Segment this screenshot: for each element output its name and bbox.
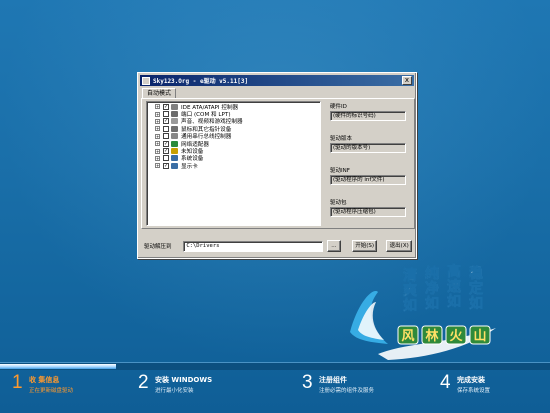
install-step: 3 注册组件注册必需的组件及服务 bbox=[302, 372, 412, 408]
device-icon bbox=[171, 133, 178, 140]
driver-inf-label: 驱动INF bbox=[330, 168, 350, 174]
tree-item[interactable]: + ✓ 声音、视频和游戏控制器 bbox=[155, 118, 320, 125]
device-icon bbox=[171, 148, 178, 155]
install-progress-bar bbox=[0, 362, 550, 370]
install-steps: 1 收 集信息正在更新磁盘驱动 2 安装 WINDOWS 进行最小化安装 3 注册组件注册必… bbox=[0, 372, 550, 413]
step-subtitle: 正在更新磁盘驱动 bbox=[29, 388, 74, 394]
step-number: 1 bbox=[12, 372, 23, 393]
progress-fill bbox=[0, 364, 116, 369]
logo-slogan-char: 纯 bbox=[425, 265, 439, 282]
tree-item[interactable]: + 鼠标和其它指针设备 bbox=[155, 125, 320, 133]
expand-icon[interactable]: + bbox=[155, 111, 160, 117]
extract-label: 驱动解压到 bbox=[144, 244, 172, 250]
tree-item-label: 显示卡 bbox=[181, 163, 198, 170]
browse-button[interactable]: ... bbox=[327, 240, 341, 252]
tree-item[interactable]: + ✓ IDE ATA/ATAPI 控制器 bbox=[155, 103, 320, 111]
device-checkbox[interactable] bbox=[163, 133, 169, 140]
extract-row: 驱动解压到 C:\Drivers ... 开始(S) 退出(X) bbox=[144, 239, 412, 253]
details-panel: 硬件ID (硬件的标识号码) 驱动版本 (驱动的版本号) 驱动INF (驱动程序… bbox=[330, 103, 412, 231]
device-checkbox[interactable]: ✓ bbox=[163, 118, 169, 125]
title-bar[interactable]: Sky123.Org - e驱动 v5.11[3] x bbox=[140, 75, 414, 86]
device-checkbox[interactable]: ✓ bbox=[163, 140, 169, 147]
step-subtitle: 注册必需的组件及服务 bbox=[319, 388, 375, 394]
device-icon bbox=[171, 162, 178, 169]
logo-slogan-char: 如 bbox=[469, 295, 483, 312]
device-icon bbox=[171, 103, 178, 110]
device-icon bbox=[171, 125, 178, 132]
device-icon bbox=[171, 140, 178, 147]
tree-item[interactable]: + 系统设备 bbox=[155, 155, 320, 162]
step-number: 3 bbox=[302, 372, 313, 393]
driver-pack-field: (驱动程序压缩包) bbox=[330, 207, 406, 217]
logo-slogan-char: 如 bbox=[447, 293, 461, 310]
device-checkbox[interactable]: ✓ bbox=[163, 103, 169, 110]
device-icon bbox=[171, 111, 178, 118]
tree-item[interactable]: + ✓ 网络适配器 bbox=[155, 140, 320, 148]
device-checkbox[interactable] bbox=[163, 125, 169, 132]
logo-slogan-char: 速 bbox=[447, 278, 461, 295]
expand-icon[interactable]: + bbox=[155, 104, 160, 110]
fenglin-logo: 清爽如纯净如高速如稳定如 风林火山 bbox=[350, 263, 496, 360]
hardware-id-field: (硬件的标识号码) bbox=[330, 111, 406, 121]
expand-icon[interactable]: + bbox=[155, 148, 160, 154]
step-number: 2 bbox=[138, 372, 149, 393]
app-icon bbox=[142, 76, 150, 85]
device-checkbox[interactable] bbox=[163, 155, 169, 162]
logo-slogan-char: 稳 bbox=[469, 265, 483, 282]
logo-slogan-char: 如 bbox=[425, 295, 439, 312]
window-title: Sky123.Org - e驱动 v5.11[3] bbox=[153, 78, 249, 85]
device-checkbox[interactable] bbox=[163, 111, 169, 118]
step-title: 完成安装 bbox=[457, 376, 485, 384]
logo-slogan-char: 高 bbox=[447, 263, 461, 280]
start-button[interactable]: 开始(S) bbox=[351, 240, 378, 252]
driver-inf-field: (驱动程序的 inf文件) bbox=[330, 175, 406, 185]
logo-slogan-char: 爽 bbox=[403, 283, 417, 299]
device-icon bbox=[171, 155, 178, 162]
expand-icon[interactable]: + bbox=[155, 155, 160, 161]
driver-pack-label: 驱动包 bbox=[330, 200, 347, 206]
install-step: 2 安装 WINDOWS 进行最小化安装 bbox=[138, 372, 248, 408]
extract-path-input[interactable]: C:\Drivers bbox=[183, 240, 324, 252]
tree-item[interactable]: + ✓ 未知设备 bbox=[155, 147, 320, 155]
install-step: 1 收 集信息正在更新磁盘驱动 bbox=[12, 372, 122, 408]
logo-brand-char: 风 bbox=[401, 329, 414, 344]
logo-slogan-char: 清 bbox=[403, 267, 417, 284]
driver-version-label: 驱动版本 bbox=[330, 136, 353, 142]
expand-icon[interactable]: + bbox=[155, 163, 160, 169]
hardware-id-label: 硬件ID bbox=[330, 104, 347, 110]
device-icon bbox=[171, 118, 178, 125]
driver-version-field: (驱动的版本号) bbox=[330, 143, 406, 153]
tree-item[interactable]: + ✓ 显示卡 bbox=[155, 162, 320, 170]
device-tree[interactable]: + ✓ IDE ATA/ATAPI 控制器 + 端口 (COM 和 LPT) + ✓ 声音、视… bbox=[146, 101, 321, 226]
step-subtitle: 保存系统设置 bbox=[457, 388, 491, 394]
close-button[interactable]: x bbox=[402, 76, 412, 85]
exit-button[interactable]: 退出(X) bbox=[386, 240, 412, 252]
install-step: 4 完成安装保存系统设置 bbox=[440, 372, 550, 408]
expand-icon[interactable]: + bbox=[155, 141, 160, 147]
logo-brand-char: 火 bbox=[449, 329, 463, 344]
logo-slogan-char: 定 bbox=[469, 280, 483, 297]
expand-icon[interactable]: + bbox=[155, 126, 160, 132]
logo-slogan-char: 如 bbox=[403, 297, 417, 314]
step-title: 安装 WINDOWS bbox=[155, 376, 213, 384]
expand-icon[interactable]: + bbox=[155, 118, 160, 124]
device-checkbox[interactable]: ✓ bbox=[163, 162, 169, 169]
device-checkbox[interactable]: ✓ bbox=[163, 148, 169, 155]
expand-icon[interactable]: + bbox=[155, 133, 160, 139]
step-title: 收 集信息 bbox=[29, 376, 60, 384]
step-title: 注册组件 bbox=[319, 376, 347, 384]
logo-brand-char: 林 bbox=[425, 328, 438, 344]
driver-window: Sky123.Org - e驱动 v5.11[3] x 自动模式 + ✓ IDE A… bbox=[137, 72, 417, 259]
logo-slogan-char: 净 bbox=[425, 280, 439, 297]
tree-item[interactable]: + 通用串行总线控制器 bbox=[155, 133, 320, 140]
step-subtitle: 进行最小化安装 bbox=[155, 388, 194, 394]
logo-brand-char: 山 bbox=[473, 328, 486, 344]
step-number: 4 bbox=[440, 372, 451, 393]
